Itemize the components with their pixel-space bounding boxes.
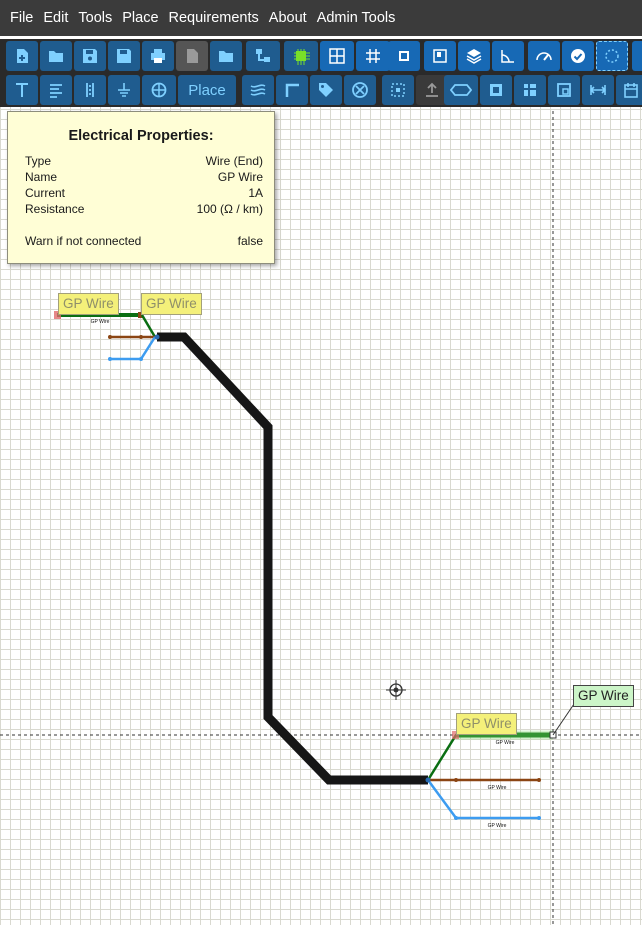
property-row-warn: Warn if not connected false — [25, 234, 263, 250]
wire-mini-label: GP Wire — [488, 823, 507, 829]
crosshair-cursor-icon — [386, 680, 406, 700]
wire-brown-joint — [139, 335, 143, 339]
wire-brown-bottom-end — [537, 778, 541, 782]
property-row-name: Name GP Wire — [25, 170, 263, 186]
property-row-current: Current 1A — [25, 186, 263, 202]
wire-blue-joint — [139, 357, 143, 361]
wire-blue-bottom[interactable] — [426, 779, 540, 820]
wire-mini-label: GP Wire — [488, 785, 507, 791]
property-key: Name — [25, 170, 58, 184]
property-value: 100 (Ω / km) — [196, 202, 263, 216]
property-value: Wire (End) — [205, 154, 263, 168]
properties-title: Electrical Properties: — [68, 128, 214, 144]
property-value: false — [237, 234, 263, 248]
wire-brown-end — [108, 335, 112, 339]
property-key: Current — [25, 186, 66, 200]
property-key: Type — [25, 154, 52, 168]
wire-brown-bottom-joint — [454, 778, 458, 782]
wire-mini-label: GP Wire — [91, 319, 110, 325]
electrical-properties-panel: Electrical Properties: Type Wire (End) N… — [7, 111, 275, 264]
wire-green-bottom-tail[interactable] — [426, 733, 553, 781]
label-leader-line — [552, 703, 575, 736]
property-row-type: Type Wire (End) — [25, 154, 263, 170]
property-key: Resistance — [25, 202, 85, 216]
wire-label-selected[interactable]: GP Wire — [573, 685, 634, 707]
wire-blue-bottom-end — [537, 816, 541, 820]
property-value: 1A — [248, 186, 263, 200]
wire-blue-bottom-joint — [454, 816, 458, 820]
wire-blue-end — [108, 357, 112, 361]
cable-bundle[interactable] — [157, 332, 428, 785]
junction-point-top[interactable] — [154, 334, 160, 340]
property-value: GP Wire — [217, 170, 263, 184]
wire-label-bottom[interactable]: GP Wire — [456, 713, 517, 735]
wire-label-top-right[interactable]: GP Wire — [141, 293, 202, 315]
wire-blue-top[interactable] — [110, 336, 157, 361]
wire-label-top-left[interactable]: GP Wire — [58, 293, 119, 315]
junction-point-bottom[interactable] — [425, 777, 431, 783]
property-key: Warn if not connected — [25, 234, 142, 248]
wire-green-tail[interactable] — [140, 314, 157, 338]
property-row-resistance: Resistance 100 (Ω / km) — [25, 202, 263, 218]
wire-mini-label: GP Wire — [496, 740, 515, 746]
